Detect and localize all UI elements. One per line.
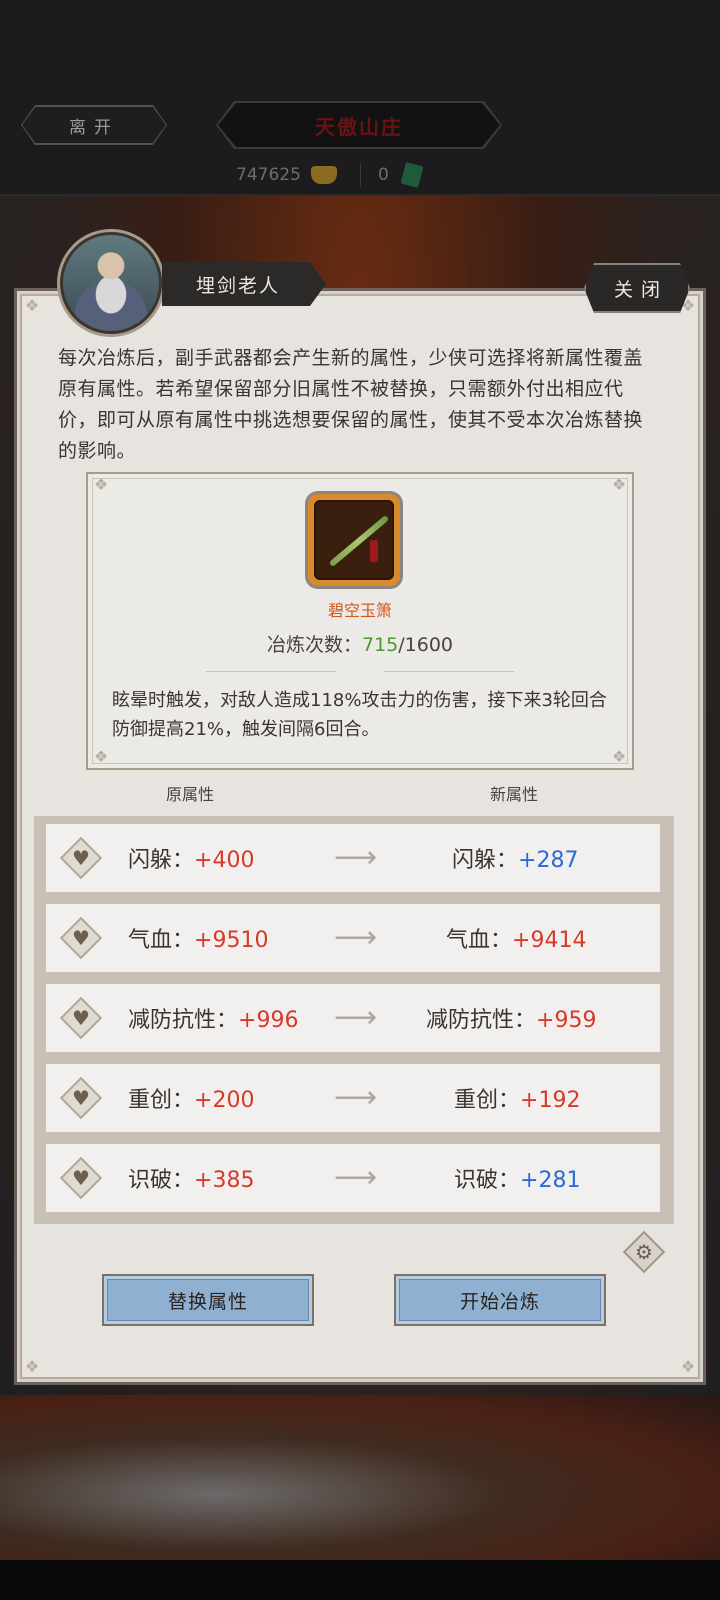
gear-icon: ⚙ bbox=[635, 1240, 653, 1264]
corner-ornament: ❖ bbox=[93, 747, 109, 766]
old-man-portrait bbox=[63, 235, 159, 331]
npc-avatar bbox=[57, 229, 165, 337]
location-title: 天傲山庄 bbox=[218, 103, 500, 147]
new-attribute: 闪躲：+287 bbox=[452, 848, 579, 873]
divider-line bbox=[206, 671, 336, 672]
leave-button[interactable]: 离开 bbox=[22, 106, 166, 144]
attribute-row[interactable]: ♥ 重创：+200 ⟶ 重创：+192 bbox=[46, 1064, 660, 1132]
old-attribute: 气血：+9510 bbox=[128, 928, 269, 953]
corner-ornament: ❖ bbox=[611, 747, 627, 766]
background-scene-bottom bbox=[0, 1395, 720, 1560]
arrow-right-icon: ⟶ bbox=[334, 1080, 378, 1115]
new-attribute: 气血：+9414 bbox=[446, 928, 587, 953]
new-attribute: 识破：+281 bbox=[454, 1168, 581, 1193]
lock-toggle[interactable]: ♥ bbox=[59, 916, 103, 960]
cash-display: 0 bbox=[378, 160, 424, 190]
old-attribute: 识破：+385 bbox=[128, 1168, 255, 1193]
lock-toggle[interactable]: ♥ bbox=[59, 1156, 103, 1200]
heart-icon: ♥ bbox=[72, 1006, 90, 1030]
heart-icon: ♥ bbox=[72, 1166, 90, 1190]
old-attr-header: 原属性 bbox=[166, 785, 215, 804]
refine-label: 冶炼次数： bbox=[266, 634, 362, 656]
arrow-right-icon: ⟶ bbox=[334, 840, 378, 875]
lock-toggle[interactable]: ♥ bbox=[59, 1076, 103, 1120]
refine-total: /1600 bbox=[398, 634, 454, 656]
heart-icon: ♥ bbox=[72, 926, 90, 950]
flute-shape bbox=[328, 514, 390, 568]
gold-ingot-icon bbox=[310, 166, 337, 184]
cash-amount: 0 bbox=[378, 165, 389, 185]
old-attribute: 减防抗性：+996 bbox=[128, 1008, 299, 1033]
close-button[interactable]: 关闭 bbox=[584, 263, 690, 313]
npc-name-plate: 埋剑老人 bbox=[162, 262, 326, 306]
attribute-row[interactable]: ♥ 气血：+9510 ⟶ 气血：+9414 bbox=[46, 904, 660, 972]
arrow-right-icon: ⟶ bbox=[334, 1000, 378, 1035]
attribute-row[interactable]: ♥ 识破：+385 ⟶ 识破：+281 bbox=[46, 1144, 660, 1212]
arrow-right-icon: ⟶ bbox=[334, 920, 378, 955]
lock-toggle[interactable]: ♥ bbox=[59, 836, 103, 880]
divider-line bbox=[384, 671, 514, 672]
item-effect: 眩晕时触发，对敌人造成118%攻击力的伤害，接下来3轮回合防御提高21%，触发间… bbox=[112, 690, 607, 740]
refine-count: 冶炼次数：715/1600 bbox=[86, 630, 634, 657]
new-attribute: 减防抗性：+959 bbox=[426, 1008, 597, 1033]
replace-attributes-button[interactable]: 替换属性 bbox=[102, 1274, 314, 1326]
old-attribute: 重创：+200 bbox=[128, 1088, 255, 1113]
attribute-row[interactable]: ♥ 减防抗性：+996 ⟶ 减防抗性：+959 bbox=[46, 984, 660, 1052]
heart-icon: ♥ bbox=[72, 846, 90, 870]
refine-description: 每次冶炼后，副手武器都会产生新的属性，少侠可选择将新属性覆盖原有属性。若希望保留… bbox=[58, 347, 644, 462]
corner-ornament: ❖ bbox=[24, 296, 40, 315]
refine-current: 715 bbox=[361, 634, 399, 656]
tassel-shape bbox=[370, 540, 378, 562]
corner-ornament: ❖ bbox=[680, 1357, 696, 1376]
currency-divider bbox=[360, 163, 361, 187]
old-attribute: 闪躲：+400 bbox=[128, 848, 255, 873]
item-name: 碧空玉箫 bbox=[327, 601, 392, 620]
lock-toggle[interactable]: ♥ bbox=[59, 996, 103, 1040]
gold-amount: 747625 bbox=[236, 165, 301, 185]
start-refine-button[interactable]: 开始冶炼 bbox=[394, 1274, 606, 1326]
new-attribute: 重创：+192 bbox=[454, 1088, 581, 1113]
jade-flute-icon bbox=[314, 500, 394, 580]
cash-icon bbox=[400, 162, 424, 188]
settings-button[interactable]: ⚙ bbox=[622, 1230, 666, 1274]
attribute-row[interactable]: ♥ 闪躲：+400 ⟶ 闪躲：+287 bbox=[46, 824, 660, 892]
heart-icon: ♥ bbox=[72, 1086, 90, 1110]
item-icon-slot[interactable] bbox=[308, 494, 400, 586]
corner-ornament: ❖ bbox=[611, 475, 627, 494]
new-attr-header: 新属性 bbox=[490, 785, 539, 804]
system-nav-bar bbox=[0, 1560, 720, 1600]
corner-ornament: ❖ bbox=[24, 1357, 40, 1376]
arrow-right-icon: ⟶ bbox=[334, 1160, 378, 1195]
corner-ornament: ❖ bbox=[93, 475, 109, 494]
gold-display: 747625 bbox=[236, 160, 337, 190]
